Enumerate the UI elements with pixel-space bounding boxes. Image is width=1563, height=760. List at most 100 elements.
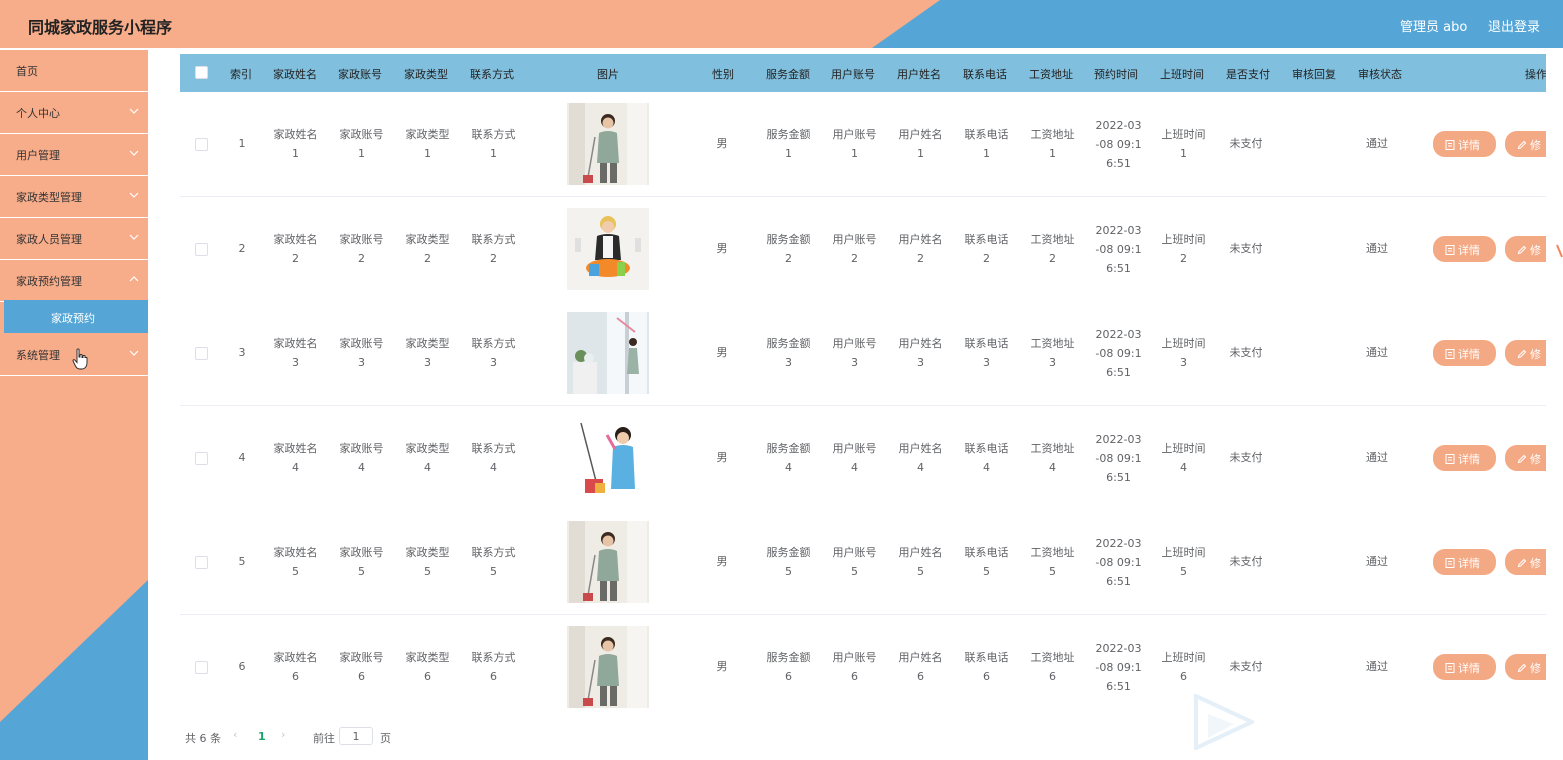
cell-phone: 联系电话 3 xyxy=(959,334,1014,372)
edit-button[interactable]: 修 xyxy=(1505,654,1546,680)
row-checkbox[interactable] xyxy=(195,138,208,151)
detail-button-label: 详情 xyxy=(1458,348,1480,361)
column-header-contact: 联系方式 xyxy=(470,68,514,81)
pagination-next-button[interactable]: › xyxy=(281,728,285,741)
row-checkbox[interactable] xyxy=(195,661,208,674)
cell-user-name-line: 5 xyxy=(917,565,924,578)
row-checkbox[interactable] xyxy=(195,452,208,465)
cell-amount-line: 服务金额 xyxy=(766,651,811,664)
edit-button[interactable]: 修 xyxy=(1505,131,1546,157)
cell-user-account-line: 用户账号 xyxy=(832,233,877,246)
detail-button[interactable]: 详情 xyxy=(1433,131,1496,157)
cell-staff-account-line: 5 xyxy=(358,565,365,578)
cell-user-account-line: 6 xyxy=(851,670,858,683)
pagination-total: 共 6 条 xyxy=(185,732,221,745)
sidebar-subitem-label: 家政预约 xyxy=(51,312,95,325)
cell-phone-line: 联系电话 xyxy=(964,128,1009,141)
edit-button[interactable]: 修 xyxy=(1505,340,1546,366)
pagination-goto-input[interactable] xyxy=(339,727,373,745)
cell-user-account: 用户账号 6 xyxy=(827,648,882,686)
cell-booking-time-line: 2022-03 xyxy=(1095,119,1142,132)
cell-staff-name-line: 家政姓名 xyxy=(273,128,318,141)
cell-work-time-line: 2 xyxy=(1180,252,1187,265)
cell-address-line: 工资地址 xyxy=(1030,442,1075,455)
document-icon xyxy=(1445,663,1455,673)
cell-paid: 未支付 xyxy=(1229,242,1263,255)
sidebar-item-user-management[interactable]: 用户管理 xyxy=(0,134,148,176)
cell-phone: 联系电话 1 xyxy=(959,125,1014,163)
detail-button[interactable]: 详情 xyxy=(1433,654,1496,680)
table-row: 4 家政姓名 4 家政账号 4 家政类型 4 联系方式 4 男服务金额 4 用户账号 4 用户姓名 4 联系电… xyxy=(180,406,1546,511)
cell-user-account-line: 1 xyxy=(851,147,858,160)
select-all-checkbox[interactable] xyxy=(195,66,208,79)
cell-phone-line: 联系电话 xyxy=(964,233,1009,246)
cell-booking-time-line: 2022-03 xyxy=(1095,433,1142,446)
cell-staff-account: 家政账号 1 xyxy=(334,125,389,163)
cell-user-account: 用户账号 5 xyxy=(827,543,882,581)
cell-work-time-line: 上班时间 xyxy=(1161,128,1206,141)
cell-booking-time-line: -08 09:1 xyxy=(1095,138,1142,151)
cell-amount-line: 服务金额 xyxy=(766,442,811,455)
edit-button[interactable]: 修 xyxy=(1505,549,1546,575)
cell-service-type-line: 1 xyxy=(424,147,431,160)
cell-user-name-line: 用户姓名 xyxy=(898,442,943,455)
cell-address-line: 工资地址 xyxy=(1030,128,1075,141)
edit-button[interactable]: 修 xyxy=(1505,445,1546,471)
cell-user-name-line: 用户姓名 xyxy=(898,233,943,246)
cell-work-time-line: 上班时间 xyxy=(1161,546,1206,559)
cell-phone-line: 联系电话 xyxy=(964,546,1009,559)
cell-amount-line: 服务金额 xyxy=(766,337,811,350)
row-checkbox[interactable] xyxy=(195,347,208,360)
sidebar-item-booking-management[interactable]: 家政预约管理 xyxy=(0,260,148,302)
cell-gender: 男 xyxy=(716,137,728,150)
detail-button-label: 详情 xyxy=(1458,662,1480,675)
cell-contact-line: 联系方式 xyxy=(471,128,516,141)
cell-user-account: 用户账号 3 xyxy=(827,334,882,372)
edit-button-label: 修 xyxy=(1530,662,1541,675)
cell-service-type: 家政类型 5 xyxy=(400,543,455,581)
header-blue-band xyxy=(872,0,1563,48)
cell-booking-time-line: -08 09:1 xyxy=(1095,452,1142,465)
cell-contact-line: 联系方式 xyxy=(471,337,516,350)
column-header-gender: 性别 xyxy=(712,68,734,81)
logout-button[interactable]: 退出登录 xyxy=(1488,16,1540,35)
detail-button-label: 详情 xyxy=(1458,139,1480,152)
column-header-amount: 服务金额 xyxy=(766,68,810,81)
cell-work-time-line: 上班时间 xyxy=(1161,651,1206,664)
pagination-page-1[interactable]: 1 xyxy=(258,730,266,743)
column-header-review-status: 审核状态 xyxy=(1358,68,1402,81)
cell-contact: 联系方式 3 xyxy=(466,334,521,372)
row-checkbox[interactable] xyxy=(195,243,208,256)
detail-button[interactable]: 详情 xyxy=(1433,445,1496,471)
sidebar-item-home[interactable]: 首页 xyxy=(0,50,148,92)
cell-review-status: 通过 xyxy=(1366,137,1388,150)
pagination-prev-button[interactable]: ‹ xyxy=(233,728,237,741)
sidebar-item-personal-center[interactable]: 个人中心 xyxy=(0,92,148,134)
cell-staff-name-line: 1 xyxy=(292,147,299,160)
sidebar-subitem-booking[interactable]: 家政预约 xyxy=(4,300,148,333)
sidebar-item-label: 用户管理 xyxy=(16,149,60,162)
cell-phone: 联系电话 6 xyxy=(959,648,1014,686)
row-checkbox[interactable] xyxy=(195,556,208,569)
cell-service-type-line: 家政类型 xyxy=(405,128,450,141)
cell-booking-time-line: 6:51 xyxy=(1106,262,1131,275)
column-header-booking-time: 预约时间 xyxy=(1094,68,1138,81)
sidebar-item-staff-management[interactable]: 家政人员管理 xyxy=(0,218,148,260)
cell-booking-time: 2022-03 -08 09:1 6:51 xyxy=(1091,639,1146,696)
detail-button[interactable]: 详情 xyxy=(1433,236,1496,262)
cell-staff-name-line: 家政姓名 xyxy=(273,651,318,664)
cell-address-line: 3 xyxy=(1049,356,1056,369)
edit-button[interactable]: 修 xyxy=(1505,236,1546,262)
cell-service-type: 家政类型 4 xyxy=(400,439,455,477)
cell-service-type: 家政类型 6 xyxy=(400,648,455,686)
cell-phone-line: 2 xyxy=(983,252,990,265)
column-header-actions: 操作 xyxy=(1525,68,1546,81)
detail-button[interactable]: 详情 xyxy=(1433,549,1496,575)
cell-staff-name-line: 家政姓名 xyxy=(273,337,318,350)
pagination-goto-label: 前往 xyxy=(313,732,335,745)
cell-service-type-line: 家政类型 xyxy=(405,546,450,559)
sidebar-item-service-type-management[interactable]: 家政类型管理 xyxy=(0,176,148,218)
column-header-image: 图片 xyxy=(597,68,619,81)
detail-button[interactable]: 详情 xyxy=(1433,340,1496,366)
cell-phone-line: 6 xyxy=(983,670,990,683)
